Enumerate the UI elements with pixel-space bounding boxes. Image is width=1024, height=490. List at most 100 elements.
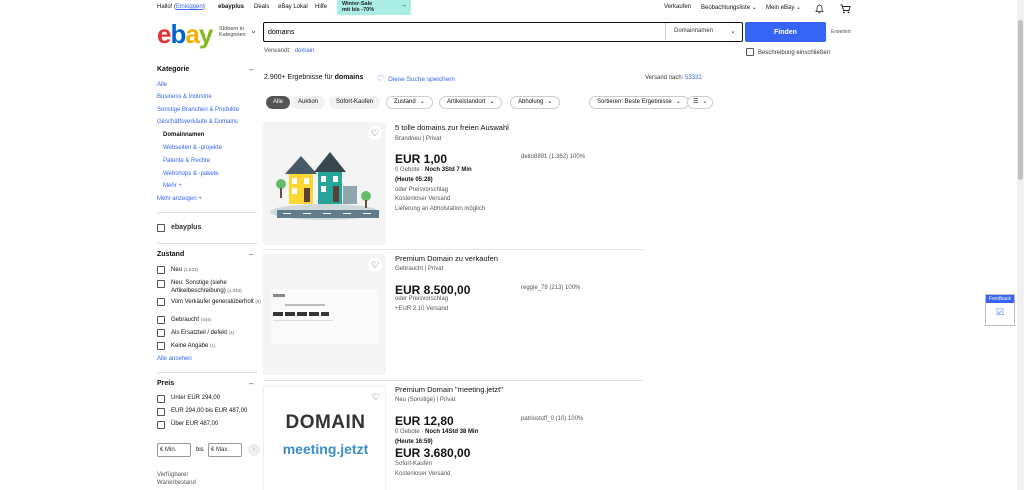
cart-icon[interactable] <box>840 4 851 16</box>
category-business-sales[interactable]: Geschäftsverkäufe & Domains <box>157 119 238 125</box>
category-patents[interactable]: Patente & Rechte <box>163 158 210 164</box>
price-to-label: bis <box>196 447 204 453</box>
advanced-search-link[interactable]: Erweitert <box>831 29 851 35</box>
checkbox[interactable] <box>157 266 165 274</box>
divider <box>157 212 257 213</box>
checkbox[interactable] <box>746 48 754 56</box>
item-end-time: (Heute 05:28) <box>395 177 433 183</box>
ebay-plus-link[interactable]: ebayplus <box>218 4 244 10</box>
winter-sale-banner[interactable]: Winter-Sale mit bis -70% → <box>337 0 411 15</box>
chip-all[interactable]: Alle <box>266 96 291 109</box>
checkbox[interactable] <box>157 329 165 337</box>
divider <box>263 249 643 250</box>
related-link[interactable]: domain <box>295 48 315 54</box>
category-business[interactable]: Business & Industrie <box>157 94 212 100</box>
min-price-input[interactable]: € Min. <box>157 443 191 457</box>
collapse-icon[interactable]: – <box>249 250 253 259</box>
chevron-down-icon: ⌄ <box>702 99 708 105</box>
item-image[interactable]: DOMAIN meeting.jetzt ♡ <box>263 385 386 490</box>
checkbox[interactable] <box>157 280 165 288</box>
my-ebay-link[interactable]: Mein eBay ⌄ <box>766 4 801 11</box>
arrow-right-icon: → <box>400 2 407 9</box>
checkbox[interactable] <box>157 342 165 350</box>
feedback-widget[interactable]: Feedback ☑ <box>985 294 1015 326</box>
results-count: 2.900+ Ergebnisse für domains <box>264 74 364 81</box>
price-submit-button[interactable]: › <box>248 444 260 456</box>
category-other-industries[interactable]: Sonstige Branchen & Produkte <box>157 107 239 113</box>
view-toggle[interactable]: ☰ ⌄ <box>687 96 714 109</box>
item-condition: Neu (Sonstige) | Privat <box>395 397 456 403</box>
chevron-down-icon: ⌄ <box>675 99 681 105</box>
show-more-categories[interactable]: Mehr anzeigen + <box>157 196 202 202</box>
search-category-select[interactable]: Domainnamen ⌄ <box>665 23 742 40</box>
item-price: EUR 12,80 <box>395 414 454 428</box>
heart-icon: ♡ <box>377 74 385 83</box>
zip-link[interactable]: 53332 <box>685 75 702 81</box>
checkbox[interactable] <box>157 395 165 403</box>
checkbox[interactable] <box>157 408 165 416</box>
bell-icon[interactable] <box>815 4 824 16</box>
item-seller: patriostoff_0 (10) 100% <box>521 416 584 422</box>
related-searches: Verwandt: domain <box>264 48 315 54</box>
category-all[interactable]: Alle <box>157 82 167 88</box>
chevron-down-icon: ⌄ <box>547 99 553 105</box>
divider <box>157 372 257 373</box>
deals-link[interactable]: Deals <box>254 4 269 10</box>
sell-link[interactable]: Verkaufen <box>664 4 691 10</box>
item-title[interactable]: Premium Domain zu verkaufen <box>395 254 498 263</box>
search-input[interactable] <box>268 26 658 38</box>
item-offer: oder Preisvorschlag <box>395 187 449 193</box>
ebay-logo[interactable]: ebay <box>157 19 213 50</box>
find-button[interactable]: Finden <box>745 22 826 42</box>
item-image[interactable]: ♡ <box>263 254 386 375</box>
ebay-local-link[interactable]: eBay Lokal <box>278 4 308 10</box>
checkbox[interactable] <box>157 421 165 429</box>
screenshot-thumbnail <box>271 289 378 344</box>
checkbox[interactable] <box>157 298 165 306</box>
item-title[interactable]: 5 tolle domains zur freien Auswahl <box>395 123 509 132</box>
category-webshops[interactable]: Webshops & -pakete <box>163 171 219 177</box>
category-more[interactable]: Mehr + <box>163 183 182 189</box>
image-text-domain: DOMAIN <box>285 412 366 433</box>
chip-location[interactable]: Artikelstandort ⌄ <box>439 96 503 109</box>
chip-auction[interactable]: Auktion <box>291 96 326 109</box>
category-domains-selected[interactable]: Domainnamen <box>163 132 204 138</box>
item-shipping: +EUR 2,10 Versand <box>395 306 449 312</box>
browse-categories-button[interactable]: Stöbern in Kategorien ⌄ <box>219 26 257 38</box>
scrollbar-thumb[interactable] <box>1018 20 1023 180</box>
include-description-checkbox[interactable]: Beschreibung einschließen <box>746 48 830 56</box>
chip-condition[interactable]: Zustand ⌄ <box>386 96 433 109</box>
price-heading: Preis <box>157 380 175 387</box>
item-offer: oder Preisvorschlag <box>395 296 449 302</box>
item-condition: Gebraucht | Privat <box>395 266 444 272</box>
checkbox[interactable] <box>157 316 165 324</box>
category-websites[interactable]: Webseiten & -projekte <box>163 145 222 151</box>
list-view-icon: ☰ <box>693 99 699 105</box>
checkbox[interactable] <box>157 224 165 232</box>
watchlist-link[interactable]: Beobachtungsliste ⌄ <box>701 4 757 11</box>
help-link[interactable]: Hilfe <box>315 4 327 10</box>
scrollbar[interactable] <box>1017 0 1024 490</box>
sort-select[interactable]: Sortieren: Beste Ergebnisse ⌄ <box>589 96 689 109</box>
item-end-time: (Heute 16:59) <box>395 439 433 445</box>
divider <box>157 243 257 244</box>
feedback-icon: ☑ <box>995 307 1005 317</box>
collapse-icon[interactable]: – <box>249 65 253 74</box>
chip-pickup[interactable]: Abholung ⌄ <box>510 96 561 109</box>
see-all-conditions[interactable]: Alle ansehen <box>157 356 192 362</box>
collapse-icon[interactable]: – <box>249 379 253 388</box>
item-price: EUR 8.500,00 <box>395 283 471 297</box>
item-image[interactable]: ♡ <box>263 122 386 245</box>
watch-heart-icon[interactable]: ♡ <box>368 126 382 140</box>
houses-illustration <box>270 152 380 220</box>
login-link[interactable]: Einloggen <box>176 4 203 10</box>
item-title[interactable]: Premium Domain "meeting.jetzt" <box>395 385 503 394</box>
chip-buy-now[interactable]: Sofort-Kaufen <box>329 96 381 109</box>
ship-to[interactable]: Versand nach: 53332 <box>645 75 702 81</box>
watch-heart-icon[interactable]: ♡ <box>369 390 383 404</box>
greeting: Hallo! (Einloggen) <box>157 4 205 10</box>
watch-heart-icon[interactable]: ♡ <box>368 258 382 272</box>
save-search-link[interactable]: ♡ Diese Suche speichern <box>377 74 455 83</box>
max-price-input[interactable]: € Max. <box>208 443 242 457</box>
item-pickup: Lieferung an Abholstation möglich <box>395 206 486 212</box>
